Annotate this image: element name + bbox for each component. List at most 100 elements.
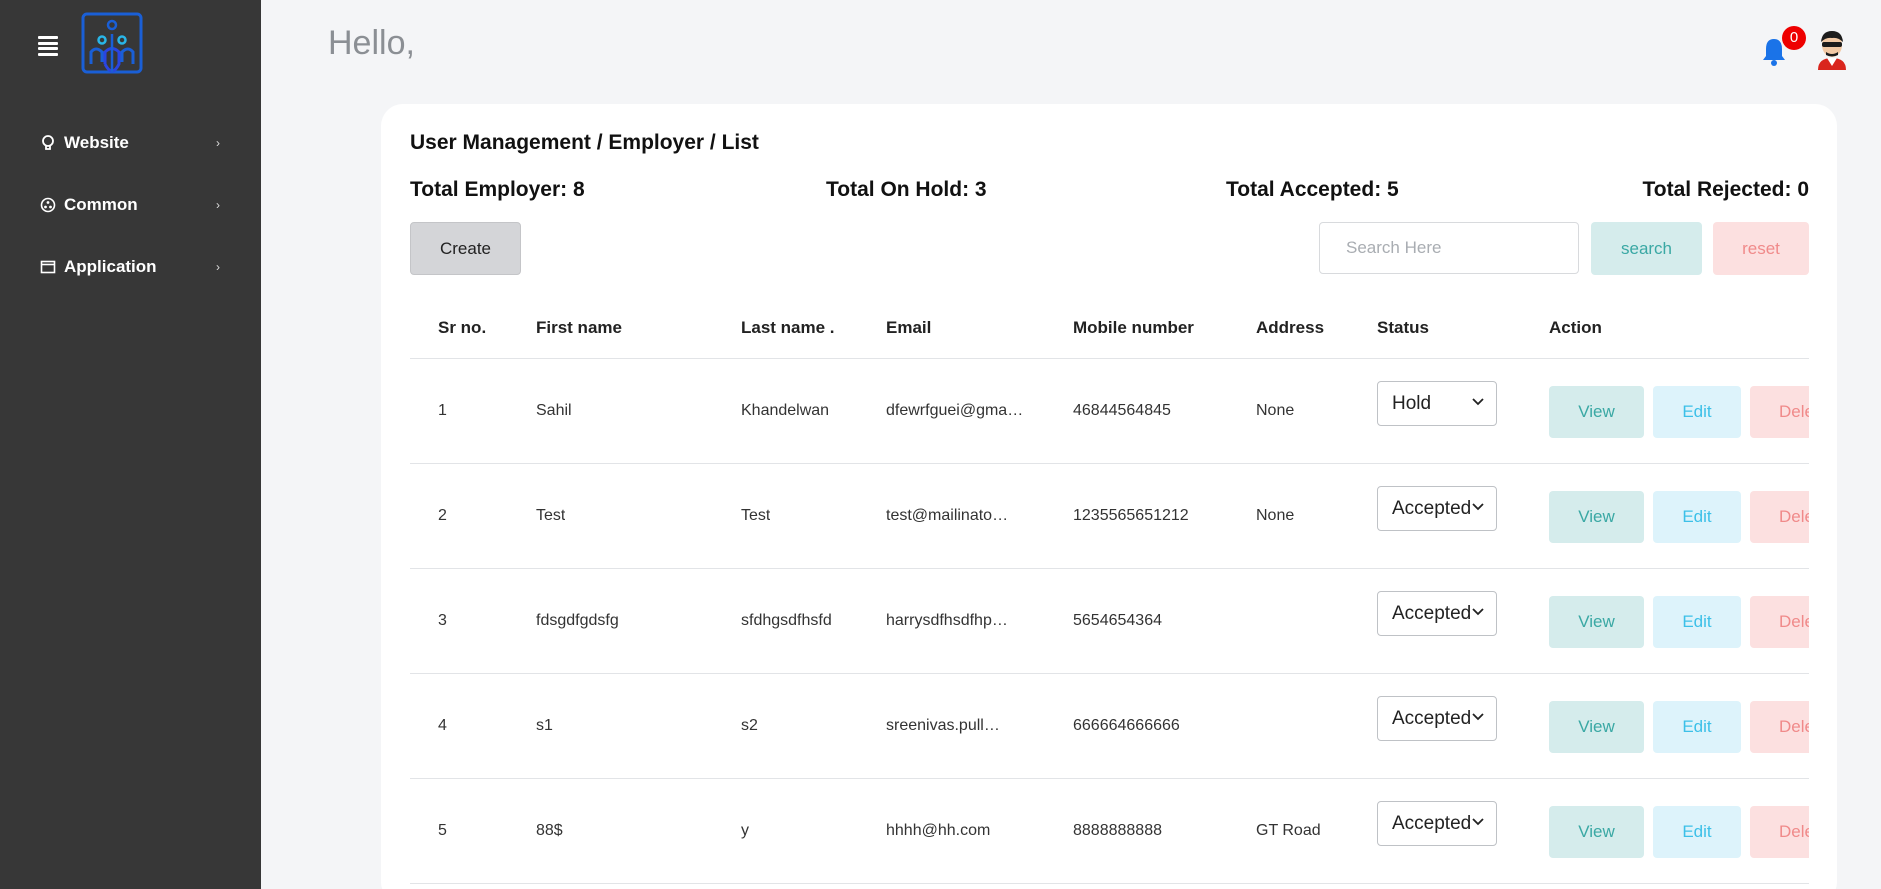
column-header-address: Address xyxy=(1256,318,1325,337)
view-button[interactable]: View xyxy=(1549,596,1644,648)
cell-first-name: fdsgdfgdsfg xyxy=(536,612,619,629)
chevron-down-icon xyxy=(1472,818,1484,826)
total-on-hold-stat: Total On Hold: 3 xyxy=(826,178,987,201)
delete-button[interactable]: Delete xyxy=(1750,491,1809,543)
delete-button[interactable]: Delete xyxy=(1750,386,1809,438)
avatar[interactable] xyxy=(1814,28,1850,70)
create-button[interactable]: Create xyxy=(410,222,521,275)
cell-mobile: 46844564845 xyxy=(1073,402,1171,419)
edit-button[interactable]: Edit xyxy=(1653,386,1741,438)
table-row: 5 88$ y hhhh@hh.com 8888888888 GT Road A… xyxy=(410,779,1809,884)
table-row: 1 Sahil Khandelwan dfewrfguei@gma… 46844… xyxy=(410,359,1809,464)
column-header-sr-no: Sr no. xyxy=(438,318,487,337)
status-select[interactable]: Accepted xyxy=(1377,591,1497,636)
cell-last-name: Khandelwan xyxy=(741,402,830,419)
cell-first-name: Test xyxy=(536,507,566,524)
status-value: Accepted xyxy=(1392,812,1470,834)
table-row: 2 Test Test test@mailinato… 123556565121… xyxy=(410,464,1809,569)
view-button[interactable]: View xyxy=(1549,386,1644,438)
edit-button[interactable]: Edit xyxy=(1653,806,1741,858)
cell-email: hhhh@hh.com xyxy=(886,822,991,839)
edit-button[interactable]: Edit xyxy=(1653,701,1741,753)
status-select[interactable]: Accepted xyxy=(1377,486,1497,531)
chevron-right-icon: › xyxy=(216,260,220,274)
view-button[interactable]: View xyxy=(1549,491,1644,543)
sidebar-nav: Website › Common › Application › xyxy=(40,125,220,311)
sidebar-item-common[interactable]: Common › xyxy=(40,187,220,223)
column-header-action: Action xyxy=(1549,318,1602,337)
chevron-right-icon: › xyxy=(216,198,220,212)
status-select[interactable]: Accepted xyxy=(1377,696,1497,741)
chevron-right-icon: › xyxy=(216,136,220,150)
cell-first-name: 88$ xyxy=(536,822,563,839)
total-rejected-stat: Total Rejected: 0 xyxy=(1642,178,1809,201)
column-header-mobile: Mobile number xyxy=(1073,318,1194,337)
cell-address: GT Road xyxy=(1256,822,1321,839)
employer-table: Sr no. First name Last name . Email Mobi… xyxy=(410,302,1809,889)
breadcrumb: User Management / Employer / List xyxy=(410,131,759,154)
column-header-first-name: First name xyxy=(536,318,622,337)
chevron-down-icon xyxy=(1472,608,1484,616)
delete-button[interactable]: Delete xyxy=(1750,806,1809,858)
cell-sr-no: 2 xyxy=(438,507,447,524)
cell-email: harrysdfhsdfhp… xyxy=(886,612,1008,629)
cell-first-name: Sahil xyxy=(536,402,572,419)
total-accepted-stat: Total Accepted: 5 xyxy=(1226,178,1399,201)
status-select[interactable]: Hold xyxy=(1377,381,1497,426)
cell-mobile: 5654654364 xyxy=(1073,612,1162,629)
cell-mobile: 8888888888 xyxy=(1073,822,1162,839)
chevron-down-icon xyxy=(1472,503,1484,511)
cell-mobile: 666664666666 xyxy=(1073,717,1180,734)
sidebar-item-application[interactable]: Application › xyxy=(40,249,220,285)
cell-last-name: y xyxy=(741,822,749,839)
sidebar-item-label: Common xyxy=(64,195,138,214)
table-row: 3 fdsgdfgdsfg sfdhgsdfhsfd harrysdfhsdfh… xyxy=(410,569,1809,674)
status-value: Accepted xyxy=(1392,602,1470,624)
cell-sr-no: 3 xyxy=(438,612,447,629)
reset-button[interactable]: reset xyxy=(1713,222,1809,275)
column-header-email: Email xyxy=(886,318,932,337)
column-header-last-name: Last name . xyxy=(741,318,835,337)
cell-sr-no: 1 xyxy=(438,402,447,419)
table-row: 4 s1 s2 sreenivas.pull… 666664666666 Acc… xyxy=(410,674,1809,779)
employer-list-card: User Management / Employer / List Total … xyxy=(381,104,1837,889)
search-button[interactable]: search xyxy=(1591,222,1702,275)
delete-button[interactable]: Delete xyxy=(1750,701,1809,753)
chevron-down-icon xyxy=(1472,398,1484,406)
bulb-icon xyxy=(40,135,56,151)
window-icon xyxy=(40,259,56,275)
greeting: Hello, xyxy=(328,24,415,62)
cell-last-name: sfdhgsdfhsfd xyxy=(741,612,832,629)
cell-last-name: Test xyxy=(741,507,771,524)
view-button[interactable]: View xyxy=(1549,806,1644,858)
column-header-status: Status xyxy=(1377,318,1429,337)
sidebar-item-label: Website xyxy=(64,133,129,152)
status-value: Hold xyxy=(1392,392,1432,414)
app-logo[interactable] xyxy=(81,12,143,78)
cell-last-name: s2 xyxy=(741,717,758,734)
table-header: Sr no. First name Last name . Email Mobi… xyxy=(410,302,1809,359)
status-select[interactable]: Accepted xyxy=(1377,801,1497,846)
menu-toggle-icon[interactable] xyxy=(38,36,58,56)
cell-first-name: s1 xyxy=(536,717,553,734)
sidebar-item-label: Application xyxy=(64,257,157,276)
cell-sr-no: 5 xyxy=(438,822,447,839)
search-input[interactable] xyxy=(1319,222,1579,274)
status-value: Accepted xyxy=(1392,707,1470,729)
cell-address: None xyxy=(1256,402,1295,419)
cell-email: test@mailinato… xyxy=(886,507,1009,524)
sidebar-item-website[interactable]: Website › xyxy=(40,125,220,161)
edit-button[interactable]: Edit xyxy=(1653,596,1741,648)
view-button[interactable]: View xyxy=(1549,701,1644,753)
status-value: Accepted xyxy=(1392,497,1470,519)
cell-email: dfewrfguei@gma… xyxy=(886,402,1024,419)
total-employer-stat: Total Employer: 8 xyxy=(410,178,585,201)
cell-email: sreenivas.pull… xyxy=(886,717,1000,734)
delete-button[interactable]: Delete xyxy=(1750,596,1809,648)
cell-address: None xyxy=(1256,507,1295,524)
cell-mobile: 1235565651212 xyxy=(1073,507,1189,524)
edit-button[interactable]: Edit xyxy=(1653,491,1741,543)
circle-dots-icon xyxy=(40,197,56,213)
cell-sr-no: 4 xyxy=(438,717,447,734)
chevron-down-icon xyxy=(1472,713,1484,721)
